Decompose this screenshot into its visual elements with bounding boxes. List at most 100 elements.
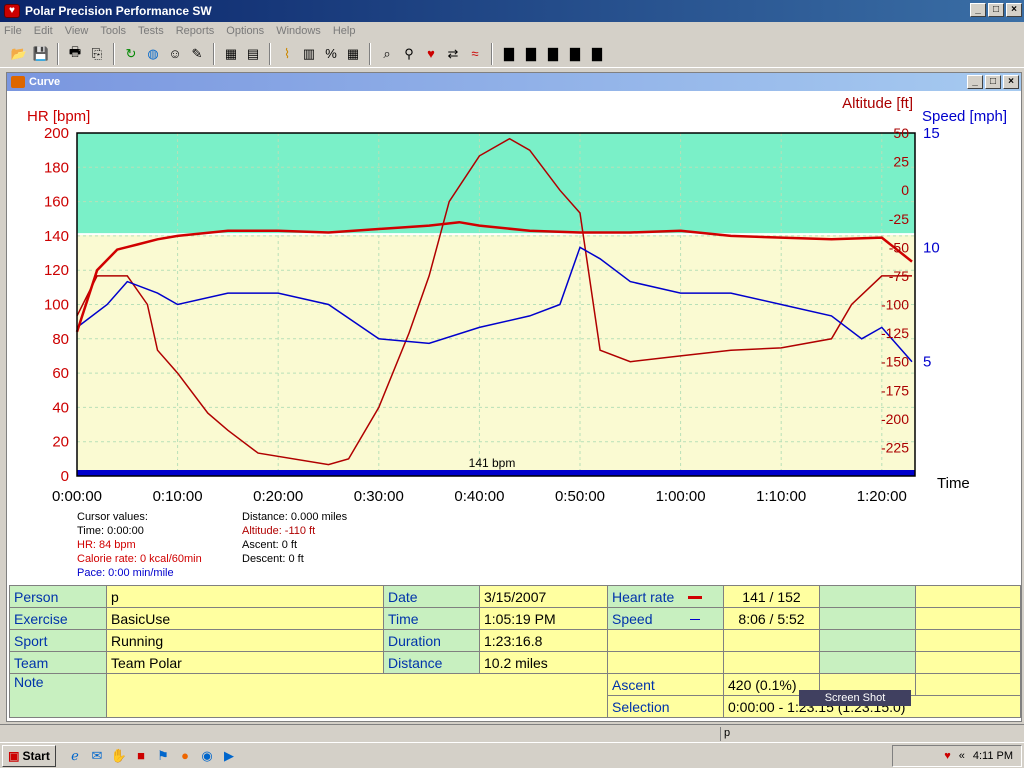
status-bar: p [0,724,1024,742]
menu-reports[interactable]: Reports [176,25,215,37]
menu-tests[interactable]: Tests [138,25,164,37]
chart-heart-icon[interactable]: ♥ [420,43,442,65]
tool-icon[interactable]: ✎ [186,43,208,65]
above-limit-zone [77,133,915,235]
team-value[interactable]: Team Polar [106,651,384,674]
cursor-descent: Descent: 0 ft [242,553,304,565]
altitude-tick-label: -25 [889,211,909,227]
globe-icon[interactable]: ◍ [142,43,164,65]
app-title-bar: ♥ Polar Precision Performance SW _ □ × [0,0,1024,22]
time-tick-label: 1:00:00 [656,488,706,505]
hand-icon[interactable]: ✋ [108,745,130,767]
altitude-tick-label: -150 [881,354,909,370]
curve-window-icon [11,76,25,88]
heart-icon: ♥ [4,4,20,18]
person-label: Person [9,585,107,608]
child-maximize-button[interactable]: □ [985,75,1001,89]
hr-tick-label: 80 [52,331,69,348]
hr-tick-label: 60 [52,365,69,382]
minimize-button[interactable]: _ [970,3,986,17]
menu-file[interactable]: File [4,25,22,37]
menu-options[interactable]: Options [226,25,264,37]
cursor-values: Cursor values: Time: 0:00:00 HR: 84 bpm … [77,510,202,580]
hr-tick-label: 100 [44,297,69,314]
report5-icon[interactable]: ▇ [586,43,608,65]
curve-window: Curve _ □ × 200 180 160 140 120 100 80 60 40 20 0 1… [6,72,1022,722]
hr-tick-label: 200 [44,125,69,142]
person-value[interactable]: p [106,585,384,608]
compare-icon[interactable]: ≈ [464,43,486,65]
child-close-button[interactable]: × [1003,75,1019,89]
cursor-distance: Distance: 0.000 miles [242,511,348,523]
menu-help[interactable]: Help [333,25,356,37]
time-tick-label: 1:20:00 [857,488,907,505]
sport-value[interactable]: Running [106,629,384,652]
cursor-hr: HR: 84 bpm [77,539,136,551]
clock: 4:11 PM [972,750,1013,762]
curve-chart-svg[interactable]: 200180160140120100806040200141 bpm50250-… [7,91,1021,511]
cursor-ascent: Ascent: 0 ft [242,539,298,551]
print-icon[interactable]: 🖶 [64,43,86,65]
menu-windows[interactable]: Windows [276,25,321,37]
network-icon[interactable]: ⚑ [152,745,174,767]
polar-icon[interactable]: ■ [130,745,152,767]
book-icon[interactable]: ▤ [242,43,264,65]
refresh-icon[interactable]: ↻ [120,43,142,65]
altitude-tick-label: -50 [889,239,909,255]
time-tick-label: 0:30:00 [354,488,404,505]
firefox-icon[interactable]: ● [174,745,196,767]
save-icon[interactable]: 💾 [30,43,52,65]
altitude-tick-label: -225 [881,439,909,455]
app-title: Polar Precision Performance SW [25,4,212,18]
bar-icon[interactable]: ▥ [298,43,320,65]
menu-view[interactable]: View [65,25,89,37]
ie-icon[interactable]: ℯ [64,745,86,767]
table-icon[interactable]: ▦ [342,43,364,65]
time-tick-label: 0:50:00 [555,488,605,505]
hr-axis-label: HR [bpm] [27,108,90,125]
speed-tick-label: 5 [923,354,931,371]
altitude-tick-label: -75 [889,268,909,284]
curve-icon[interactable]: ⌇ [276,43,298,65]
duration-value: 1:23:16.8 [479,629,608,652]
child-minimize-button[interactable]: _ [967,75,983,89]
tray-heart-icon[interactable]: ♥ [944,750,951,762]
ascent-label: Ascent [607,673,724,696]
start-button[interactable]: ▣ Start [2,744,56,767]
zoom-icon[interactable]: ⌕ [376,43,398,65]
time-tick-label: 0:10:00 [153,488,203,505]
open-icon[interactable]: 📂 [8,43,30,65]
exercise-value[interactable]: BasicUse [106,607,384,630]
altitude-tick-label: -175 [881,382,909,398]
report2-icon[interactable]: ▇ [520,43,542,65]
report4-icon[interactable]: ▇ [564,43,586,65]
media-icon[interactable]: ▶ [218,745,240,767]
selection-label: Selection [607,695,724,718]
report1-icon[interactable]: ▇ [498,43,520,65]
below-limit-zone [77,234,915,476]
percent-icon[interactable]: % [320,43,342,65]
chart-person-icon[interactable]: ⚲ [398,43,420,65]
arrows-icon[interactable]: ⇄ [442,43,464,65]
hr-tick-label: 140 [44,228,69,245]
calendar-icon[interactable]: ▦ [220,43,242,65]
cursor-calorie: Calorie rate: 0 kcal/60min [77,553,202,565]
menu-edit[interactable]: Edit [34,25,53,37]
time-tick-label: 1:10:00 [756,488,806,505]
search-icon[interactable]: ◉ [196,745,218,767]
report3-icon[interactable]: ▇ [542,43,564,65]
date-label: Date [383,585,480,608]
outlook-icon[interactable]: ✉ [86,745,108,767]
maximize-button[interactable]: □ [988,3,1004,17]
hr-tick-label: 160 [44,194,69,211]
menu-tools[interactable]: Tools [100,25,126,37]
close-button[interactable]: × [1006,3,1022,17]
note-value[interactable] [106,673,608,718]
curve-window-title-bar: Curve _ □ × [7,73,1021,91]
altitude-axis-label: Altitude [ft] [842,95,913,112]
tray-arrow-icon[interactable]: « [959,750,965,762]
duration-label: Duration [383,629,480,652]
copy-icon[interactable]: ⎘ [86,43,108,65]
selection-bar [77,470,915,476]
person-icon[interactable]: ☺ [164,43,186,65]
